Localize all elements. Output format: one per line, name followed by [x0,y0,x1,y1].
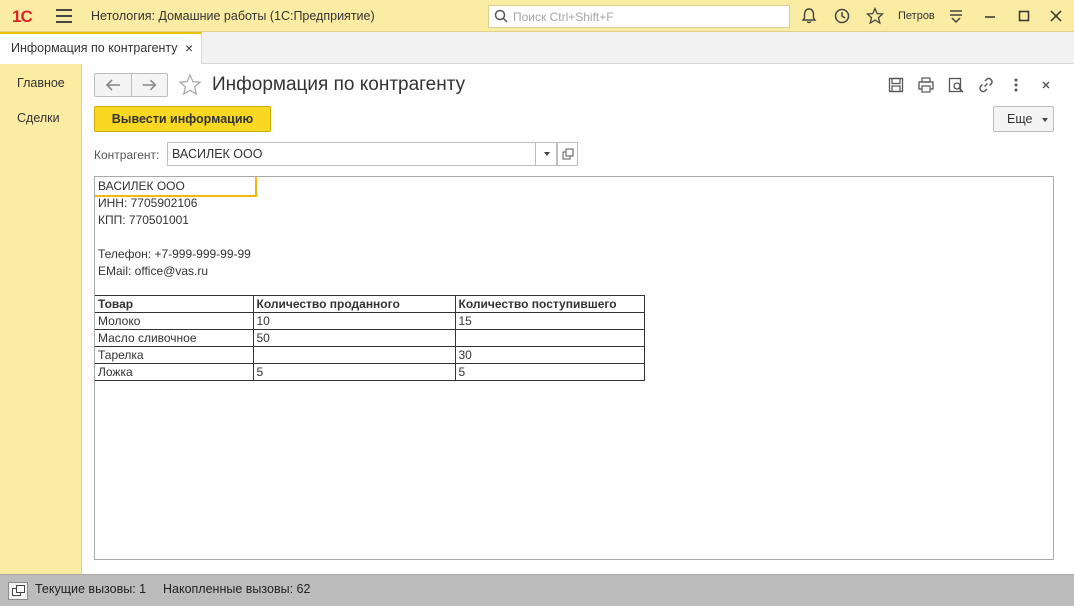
windows-icon[interactable] [8,582,28,600]
table-header-cell: Количество проданного [252,295,456,313]
bell-icon[interactable] [800,7,818,25]
title-bar: 1С Нетология: Домашние работы (1С:Предпр… [0,0,1074,32]
close-form-icon[interactable] [1037,76,1055,94]
forward-arrow-icon[interactable] [131,74,167,96]
table-cell [454,329,645,347]
report-email: EMail: office@vas.ru [98,264,208,278]
navigation-buttons [94,73,168,97]
more-button[interactable]: Еще [993,106,1054,132]
table-cell: 15 [454,312,645,330]
table-cell: Ложка [95,363,254,381]
settings-menu-icon[interactable] [947,7,965,25]
maximize-icon[interactable] [1014,6,1034,26]
tab-label: Информация по контрагенту [11,41,178,55]
table-cell: Молоко [95,312,254,330]
table-row: Ложка 5 5 [95,363,645,381]
report-inn: ИНН: 7705902106 [98,196,198,210]
tab-bar: Информация по контрагенту × [0,32,1074,64]
table-header-cell: Товар [95,295,254,313]
counterparty-field[interactable]: ВАСИЛЕК ООО [167,142,557,166]
table-header-cell: Количество поступившего [454,295,645,313]
search-icon [494,9,508,23]
table-row: Масло сливочное 50 [95,329,645,347]
preview-icon[interactable] [947,76,965,94]
table-cell: 5 [454,363,645,381]
form-title: Информация по контрагенту [212,74,466,95]
print-icon[interactable] [917,76,935,94]
table-cell: Масло сливочное [95,329,254,347]
table-cell: 30 [454,346,645,364]
more-actions-icon[interactable] [1007,76,1025,94]
table-cell: 5 [252,363,456,381]
counterparty-dropdown-button[interactable] [535,142,557,166]
history-icon[interactable] [833,7,851,25]
minimize-icon[interactable] [980,6,1000,26]
report-document[interactable]: ВАСИЛЕК ООО ИНН: 7705902106 КПП: 7705010… [94,176,1054,560]
tab-counterparty-info[interactable]: Информация по контрагенту × [0,32,202,64]
main-menu-icon[interactable] [56,9,72,23]
table-cell [252,346,456,364]
dropdown-caret-icon [1042,118,1048,122]
tab-close-icon[interactable]: × [185,40,193,56]
sidebar-item-deals[interactable]: Сделки [17,111,60,125]
counterparty-open-button[interactable] [557,142,578,166]
table-row: Тарелка 30 [95,346,645,364]
app-title: Нетология: Домашние работы (1С:Предприят… [91,9,375,23]
current-calls: Текущие вызовы: 1 [35,582,147,596]
back-arrow-icon[interactable] [95,74,131,96]
dropdown-caret-icon [544,152,550,156]
app-logo: 1С [12,7,33,26]
more-button-label: Еще [1007,112,1033,126]
status-bar: Текущие вызовы: 1 Накопленные вызовы: 62 [0,574,1074,606]
table-cell: 50 [252,329,456,347]
link-icon[interactable] [977,76,995,94]
table-cell: Тарелка [95,346,254,364]
show-info-button[interactable]: Вывести информацию [94,106,271,132]
save-icon[interactable] [887,76,905,94]
table-cell: 10 [252,312,456,330]
sidebar: Главное Сделки [0,64,82,574]
report-kpp: КПП: 770501001 [98,213,189,227]
counterparty-label: Контрагент: [94,148,160,162]
table-row: Молоко 10 15 [95,312,645,330]
close-window-icon[interactable] [1046,6,1066,26]
report-name: ВАСИЛЕК ООО [98,179,185,193]
sidebar-item-main[interactable]: Главное [17,76,65,90]
user-name[interactable]: Петров [898,10,935,22]
add-to-favorites-star-icon[interactable] [178,73,202,97]
favorites-star-icon[interactable] [866,7,884,25]
search-placeholder: Поиск Ctrl+Shift+F [513,10,614,24]
goods-table: Товар Количество проданного Количество п… [95,295,645,381]
accumulated-calls: Накопленные вызовы: 62 [163,582,311,596]
table-header-row: Товар Количество проданного Количество п… [95,295,645,313]
open-window-icon [562,148,574,160]
search-input[interactable]: Поиск Ctrl+Shift+F [488,5,790,28]
report-phone: Телефон: +7-999-999-99-99 [98,247,251,261]
counterparty-value: ВАСИЛЕК ООО [172,147,263,161]
